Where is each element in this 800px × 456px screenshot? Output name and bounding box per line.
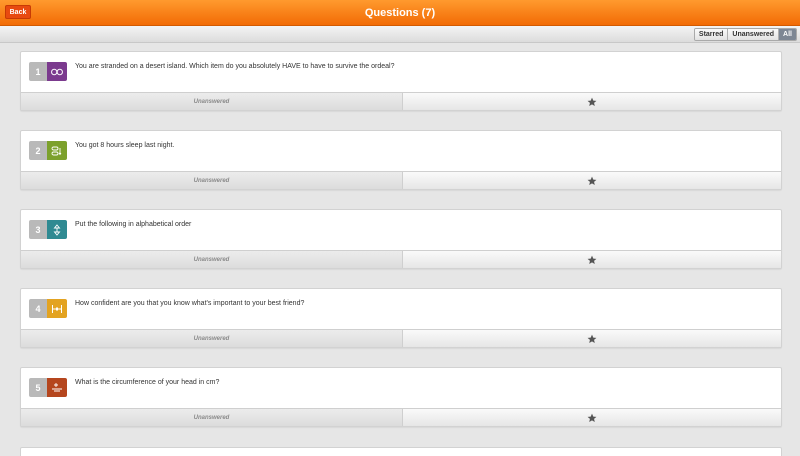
star-icon: [587, 176, 597, 185]
card-footer: Unanswered: [21, 329, 781, 347]
star-button[interactable]: [403, 93, 781, 110]
card-footer: Unanswered: [21, 171, 781, 189]
star-icon: [587, 334, 597, 343]
filter-unanswered[interactable]: Unanswered: [728, 29, 780, 40]
question-badge: 1: [29, 62, 67, 81]
question-card[interactable]: 1 You are stranded on a desert island. W…: [20, 51, 782, 111]
question-card[interactable]: 2 You got 8 hours sleep last night. Unan…: [20, 130, 782, 190]
question-badge: 2: [29, 141, 67, 160]
scale-icon: [47, 299, 67, 318]
question-text: Put the following in alphabetical order: [75, 221, 192, 228]
star-button[interactable]: [403, 172, 781, 189]
question-badge: 3: [29, 220, 67, 239]
star-button[interactable]: [403, 251, 781, 268]
star-icon: [587, 255, 597, 264]
question-number: 4: [29, 299, 47, 318]
status-label: Unanswered: [21, 330, 403, 347]
question-badge: 5: [29, 378, 67, 397]
filter-bar: Starred Unanswered All: [0, 26, 800, 43]
question-badge: 4: [29, 299, 67, 318]
link-icon: [47, 62, 67, 81]
filter-all[interactable]: All: [779, 29, 796, 40]
toggle-icon: [47, 141, 67, 160]
filter-segmented-control: Starred Unanswered All: [693, 28, 797, 41]
card-footer: Unanswered: [21, 92, 781, 110]
status-label: Unanswered: [21, 93, 403, 110]
header-bar: Back Questions (7): [0, 0, 800, 26]
star-icon: [587, 413, 597, 422]
question-card[interactable]: 5 What is the circumference of your head…: [20, 367, 782, 427]
question-number: 3: [29, 220, 47, 239]
filter-starred[interactable]: Starred: [694, 29, 729, 40]
question-card[interactable]: 4 How confident are you that you know wh…: [20, 288, 782, 348]
number-icon: [47, 378, 67, 397]
star-icon: [587, 97, 597, 106]
question-card[interactable]: 3 Put the following in alphabetical orde…: [20, 209, 782, 269]
question-number: 1: [29, 62, 47, 81]
question-number: 2: [29, 141, 47, 160]
star-button[interactable]: [403, 409, 781, 426]
card-footer: Unanswered: [21, 408, 781, 426]
question-text: How confident are you that you know what…: [75, 300, 305, 307]
status-label: Unanswered: [21, 409, 403, 426]
sort-icon: [47, 220, 67, 239]
star-button[interactable]: [403, 330, 781, 347]
question-text: You got 8 hours sleep last night.: [75, 142, 175, 149]
card-footer: Unanswered: [21, 250, 781, 268]
question-text: You are stranded on a desert island. Whi…: [75, 63, 395, 70]
status-label: Unanswered: [21, 172, 403, 189]
question-number: 5: [29, 378, 47, 397]
page-title: Questions (7): [364, 7, 436, 19]
status-label: Unanswered: [21, 251, 403, 268]
question-card[interactable]: [20, 447, 782, 456]
question-text: What is the circumference of your head i…: [75, 379, 220, 386]
